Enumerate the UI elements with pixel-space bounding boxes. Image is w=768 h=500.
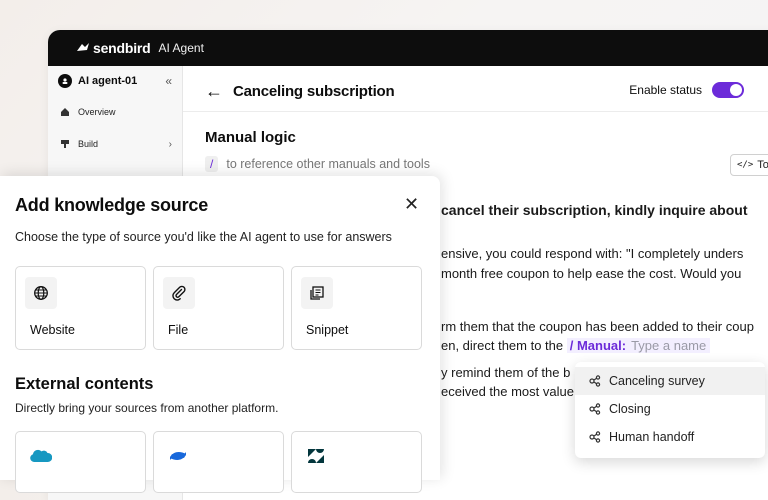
enable-status: Enable status <box>629 82 744 98</box>
source-card-snippet[interactable]: Snippet <box>291 266 422 350</box>
add-knowledge-source-modal: Add knowledge source ✕ Choose the type o… <box>0 176 440 493</box>
menu-item-closing[interactable]: Closing <box>575 395 765 423</box>
editor-line[interactable]: eceived the most value <box>441 384 574 399</box>
home-icon <box>60 107 70 117</box>
menu-item-human-handoff[interactable]: Human handoff <box>575 423 765 451</box>
confluence-icon <box>164 444 192 468</box>
salesforce-icon <box>26 444 54 468</box>
agent-avatar-icon <box>58 74 72 88</box>
page-title: Canceling subscription <box>233 82 395 100</box>
sidebar-item-label: Build <box>78 139 99 149</box>
modal-subtitle: Choose the type of source you'd like the… <box>15 230 392 244</box>
external-source-salesforce[interactable] <box>15 431 146 493</box>
menu-item-label: Human handoff <box>609 430 695 444</box>
editor-line[interactable]: y remind them of the b <box>441 365 570 380</box>
code-icon: </> <box>737 160 754 170</box>
source-card-file[interactable]: File <box>153 266 284 350</box>
menu-item-canceling-survey[interactable]: Canceling survey <box>575 367 765 395</box>
paperclip-icon <box>163 277 195 309</box>
chevron-right-icon: › <box>168 138 172 150</box>
editor-line[interactable]: cancel their subscription, kindly inquir… <box>441 202 748 218</box>
flow-icon <box>589 431 601 443</box>
editor-line[interactable]: ensive, you could respond with: "I compl… <box>441 246 743 261</box>
enable-status-toggle[interactable] <box>712 82 744 98</box>
source-card-label: Website <box>30 323 75 337</box>
manual-name-input[interactable]: Type a name <box>629 338 711 353</box>
external-contents-subtitle: Directly bring your sources from another… <box>15 401 279 415</box>
external-source-confluence[interactable] <box>153 431 284 493</box>
flow-icon <box>589 403 601 415</box>
product-name: AI Agent <box>158 41 204 55</box>
modal-title: Add knowledge source <box>15 195 209 215</box>
manual-mention-menu: Canceling survey Closing Human handoff <box>575 362 765 458</box>
editor-line[interactable]: en, direct them to the / Manual: Type a n… <box>441 338 711 353</box>
flow-icon <box>589 375 601 387</box>
globe-icon <box>25 277 57 309</box>
snippet-icon <box>301 277 333 309</box>
hint-text: to reference other manuals and tools <box>226 157 430 171</box>
menu-item-label: Canceling survey <box>609 374 705 388</box>
zendesk-icon <box>302 444 330 468</box>
menu-item-label: Closing <box>609 402 651 416</box>
page-header: ← Canceling subscription Enable status <box>205 76 768 106</box>
header-divider <box>183 111 768 112</box>
section-title: Manual logic <box>205 129 296 146</box>
external-contents-title: External contents <box>15 375 154 393</box>
sidebar-item-label: Overview <box>78 107 116 117</box>
agent-selector[interactable]: AI agent-01 « <box>48 66 182 96</box>
build-icon <box>60 139 70 149</box>
source-card-website[interactable]: Website <box>15 266 146 350</box>
source-card-label: Snippet <box>306 323 349 337</box>
sendbird-logo-icon <box>76 42 90 54</box>
back-arrow-icon[interactable]: ← <box>205 81 223 102</box>
editor-line[interactable]: month free coupon to help ease the cost.… <box>441 266 741 281</box>
slash-chip: / <box>205 156 219 172</box>
collapse-sidebar-icon[interactable]: « <box>165 74 172 88</box>
editor-line-text: en, direct them to the <box>441 338 567 353</box>
close-icon[interactable]: ✕ <box>404 194 419 215</box>
agent-name: AI agent-01 <box>78 75 138 87</box>
external-source-zendesk[interactable] <box>291 431 422 493</box>
slash-hint: / to reference other manuals and tools <box>205 156 430 172</box>
manual-mention-tag: / Manual: <box>566 338 630 353</box>
sidebar-item-overview[interactable]: Overview <box>48 96 182 128</box>
brand-name: sendbird <box>93 40 151 56</box>
top-bar: sendbird AI Agent <box>48 30 768 66</box>
editor-line[interactable]: rm them that the coupon has been added t… <box>441 319 754 334</box>
sidebar-item-build[interactable]: Build › <box>48 128 182 160</box>
enable-status-label: Enable status <box>629 83 702 97</box>
tools-button[interactable]: </> To <box>730 154 768 176</box>
source-card-label: File <box>168 323 189 337</box>
tools-button-label: To <box>757 159 768 171</box>
